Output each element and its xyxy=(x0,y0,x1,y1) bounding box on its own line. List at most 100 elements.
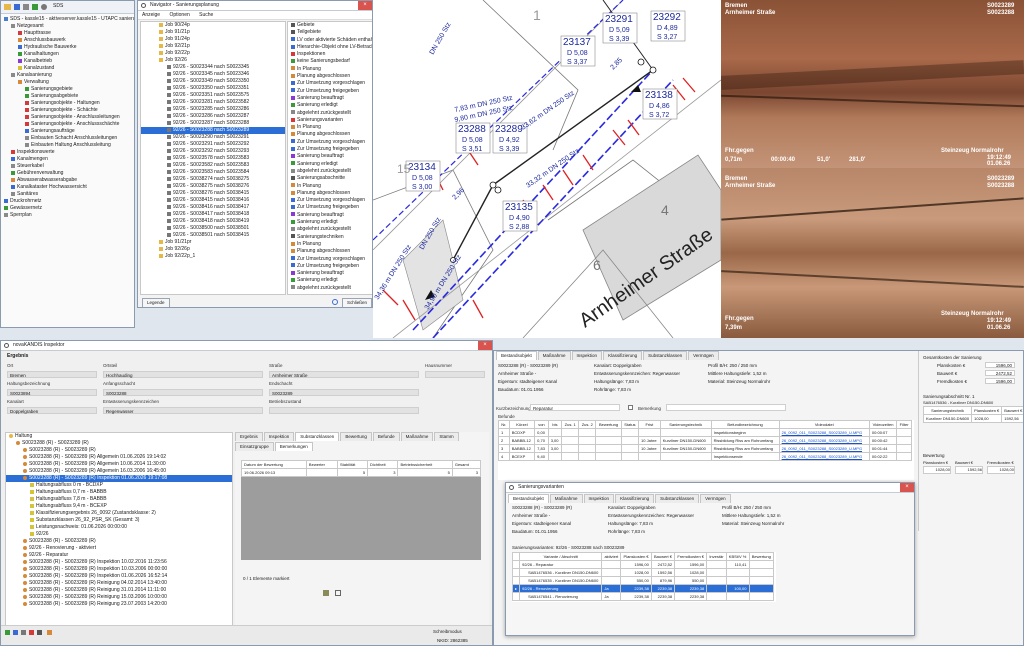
column-header[interactable]: Sanierungstechnik xyxy=(922,406,973,415)
job-list-item[interactable]: Job 92/21p xyxy=(141,43,285,50)
subtab-bemerkungen[interactable]: Bemerkungen xyxy=(274,442,313,451)
job-list-item[interactable]: 92/26 - S0023281 nach S0023582 xyxy=(141,99,285,106)
inspection-tree-item[interactable]: S0023288 (R) - S0023289 (R) Inspektion 0… xyxy=(6,573,232,580)
tree-item[interactable]: Kanalzustand xyxy=(1,65,134,72)
inspection-tree-item[interactable]: S0023288 (R) - S0023289 (R) Allgemein 10… xyxy=(6,461,232,468)
inspection-tree-item[interactable]: Haltung xyxy=(6,433,232,440)
job-list-item[interactable]: 92/26 - S0023290 nach S0023291 xyxy=(141,134,285,141)
job-list-item[interactable]: 92/26 - S0023345 nach S0023346 xyxy=(141,71,285,78)
tree-item[interactable]: Kanalhaltungen xyxy=(1,51,134,58)
inspection-tree-item[interactable]: S0023288 (R) - S0023289 (R) Allgemein 01… xyxy=(6,454,232,461)
job-list-item[interactable]: 92/26 - S0038274 nach S0038275 xyxy=(141,176,285,183)
column-header[interactable]: Fremdkosten € xyxy=(674,552,708,561)
inspection-tree-item[interactable]: Substanzklassen 26_92_PSR_SK (Gesamt: 3) xyxy=(6,517,232,524)
job-list-item[interactable]: 92/26 - S0038417 nach S0038418 xyxy=(141,211,285,218)
grid-view-icon[interactable] xyxy=(323,590,329,596)
manhole-label[interactable]: 23137 D 5,08 S 3,37 xyxy=(560,35,596,67)
job-list-item[interactable]: 92/26 - S0023344 nach S0023345 xyxy=(141,64,285,71)
tree-item[interactable]: Gebührenverwaltung xyxy=(1,170,134,177)
job-list-item[interactable]: 92/26 - S0023291 nach S0023292 xyxy=(141,141,285,148)
manhole-label[interactable]: 23292 D 4,89 S 3,27 xyxy=(650,10,686,42)
table-row[interactable]: SAB1476541 - Renovierung Ja 2239,38 2239,38… xyxy=(512,592,774,601)
tab-klassifizierung[interactable]: Klassifizierung xyxy=(615,494,655,503)
ende-field[interactable]: S0023289 xyxy=(269,389,419,396)
job-list-item[interactable]: 92/26 - S0023350 nach S0023351 xyxy=(141,85,285,92)
subtab-einsatzgruppe[interactable]: Einsatzgruppe xyxy=(235,442,274,451)
table-cell[interactable]: 26_0092_011_S0023288_S0023289_U.MPG xyxy=(778,428,870,437)
job-list-item[interactable]: 92/26 - S0038275 nach S0038276 xyxy=(141,183,285,190)
job-list-item[interactable]: 92/26 - S0023578 nach S0023583 xyxy=(141,155,285,162)
tree-item[interactable]: Einbauten Schacht Anschlussleitungen xyxy=(1,135,134,142)
tab-inspektion[interactable]: Inspektion xyxy=(571,351,603,360)
manhole-label[interactable]: 23291 D 5,09 S 3,39 xyxy=(602,12,638,44)
column-header[interactable]: Filter xyxy=(896,420,912,429)
column-header[interactable]: Bauwert € xyxy=(1001,406,1023,415)
column-header[interactable]: Stabilität xyxy=(336,460,369,469)
inspection-tree-item[interactable]: Haltungsabfluss 0 m - BCDXP xyxy=(6,482,232,489)
bemerkung-input[interactable] xyxy=(666,404,786,411)
inspection-tree-item[interactable]: Klassifizierungsergebnis 26_0092 (Zustan… xyxy=(6,510,232,517)
tree-item[interactable]: Kanalkataster Hochwassersicht xyxy=(1,184,134,191)
job-list-item[interactable]: 92/26 - S0023349 nach S0023350 xyxy=(141,78,285,85)
tab-ma-nahme[interactable]: Maßnahme xyxy=(537,351,571,360)
inspection-tree-item[interactable]: S0023288 (R) - S0023289 (R) Inspektion 0… xyxy=(6,475,232,482)
tab-ergebnis[interactable]: Ergebnis xyxy=(235,432,263,441)
column-header[interactable]: Gesamt xyxy=(451,460,482,469)
inspection-tree-item[interactable]: S0023288 (R) - S0023289 (R) Inspektion 1… xyxy=(6,559,232,566)
tab-bewertung[interactable]: Bewertung xyxy=(340,432,372,441)
tab-substanzklassen[interactable]: Substanzklassen xyxy=(643,351,688,360)
tree-item[interactable]: SDS - kassle15 - aktiveserver.kassle15 -… xyxy=(1,16,134,23)
table-row[interactable]: SAB1476536 - Kurzliner DN150-DN600 1028,0… xyxy=(512,568,774,577)
ort-field[interactable]: Bremen xyxy=(7,371,97,378)
job-list-item[interactable]: 92/26 - S0038415 nach S0038416 xyxy=(141,197,285,204)
close-icon[interactable]: × xyxy=(478,341,492,350)
export-icon[interactable] xyxy=(37,630,42,635)
tab-substanzklassen[interactable]: Substanzklassen xyxy=(295,432,340,441)
tab-ma-nahme[interactable]: Maßnahme xyxy=(549,494,583,503)
tree-item[interactable]: Abwasserabwasserabgabe xyxy=(1,177,134,184)
job-list-item[interactable]: Job 90/24p xyxy=(141,22,285,29)
inspection-tree-item[interactable]: S0023288 (R) - S0023289 (R) Reinigung 23… xyxy=(6,601,232,608)
column-header[interactable]: Videodatei xyxy=(778,420,870,429)
job-list-item[interactable]: Job 91/21pr xyxy=(141,239,285,246)
column-header[interactable]: Kürzel xyxy=(508,420,536,429)
tree-item[interactable]: Sperrplan xyxy=(1,212,134,219)
manhole-label[interactable]: 23134 D 5,08 S 3,00 xyxy=(405,160,441,192)
manhole-label[interactable]: 23138 D 4,86 S 3,72 xyxy=(642,88,678,120)
job-list-item[interactable]: Job 91/21p xyxy=(141,29,285,36)
job-list-item[interactable]: 92/26 - S0038501 nach S0038415 xyxy=(141,232,285,239)
save-icon[interactable] xyxy=(14,4,20,10)
tab-ma-nahme[interactable]: Maßnahme xyxy=(400,432,434,441)
job-list-item[interactable]: 92/26 - S0023292 nach S0023293 xyxy=(141,148,285,155)
tab-substanzklassen[interactable]: Substanzklassen xyxy=(655,494,700,503)
tree-item[interactable]: Sanierungsobjekte - Anschlussleitungen xyxy=(1,114,134,121)
close-icon[interactable]: × xyxy=(358,1,372,10)
tree-item[interactable]: Sanierungsobjekte - Schächte xyxy=(1,107,134,114)
inspection-tree-item[interactable]: S0023288 (R) - S0023289 (R) Inspektion 1… xyxy=(6,566,232,573)
inspection-tree-item[interactable]: S0023288 (R) - S0023289 (R) Reinigung 15… xyxy=(6,594,232,601)
table-cell[interactable]: 26_0092_011_S0023288_S0023289_U.MPG xyxy=(778,452,870,461)
inspection-tree-item[interactable]: 92/26 - Reparatur xyxy=(6,552,232,559)
job-list-item[interactable]: 92/26 - S0038416 nach S0038417 xyxy=(141,204,285,211)
inspection-tree-item[interactable]: S0023288 (R) - S0023289 (R) Allgemein 16… xyxy=(6,468,232,475)
column-header[interactable]: Variante / Abschnitt xyxy=(519,552,603,561)
tab-befunde[interactable]: Befunde xyxy=(372,432,400,441)
table-row[interactable]: 92/26 - Reparatur 1596,00 2472,52 1596,00 11… xyxy=(512,560,774,569)
inspection-tree-item[interactable]: S0023288 (R) - S0023289 (R) xyxy=(6,440,232,447)
table-row[interactable]: ▸ 92/26 - Renovierung Ja 2239,38 2239,38 2239… xyxy=(512,584,774,593)
job-list-item[interactable]: 92/26 - S0038276 nach S0038415 xyxy=(141,190,285,197)
add-icon[interactable] xyxy=(5,630,10,635)
table-view-icon[interactable] xyxy=(335,590,341,596)
column-header[interactable]: Nr. xyxy=(498,420,510,429)
folder-icon[interactable] xyxy=(4,4,11,10)
job-list-item[interactable]: 92/26 - S0023351 nach S0023575 xyxy=(141,92,285,99)
inspection-tree-item[interactable]: Leistungsnachweis: 01.06.2026 00:00:00 xyxy=(6,524,232,531)
job-list-item[interactable]: 92/26 - S0023288 nach S0023289 xyxy=(141,127,285,134)
column-header[interactable]: bis xyxy=(547,420,563,429)
column-header[interactable]: Bewerter xyxy=(305,460,338,469)
tree-item[interactable]: Steuerkabel xyxy=(1,163,134,170)
close-button[interactable]: Schließen xyxy=(342,298,372,307)
edit-icon[interactable] xyxy=(13,630,18,635)
tab-stamm[interactable]: Stamm xyxy=(434,432,459,441)
tree-item[interactable]: Sanitäres xyxy=(1,191,134,198)
